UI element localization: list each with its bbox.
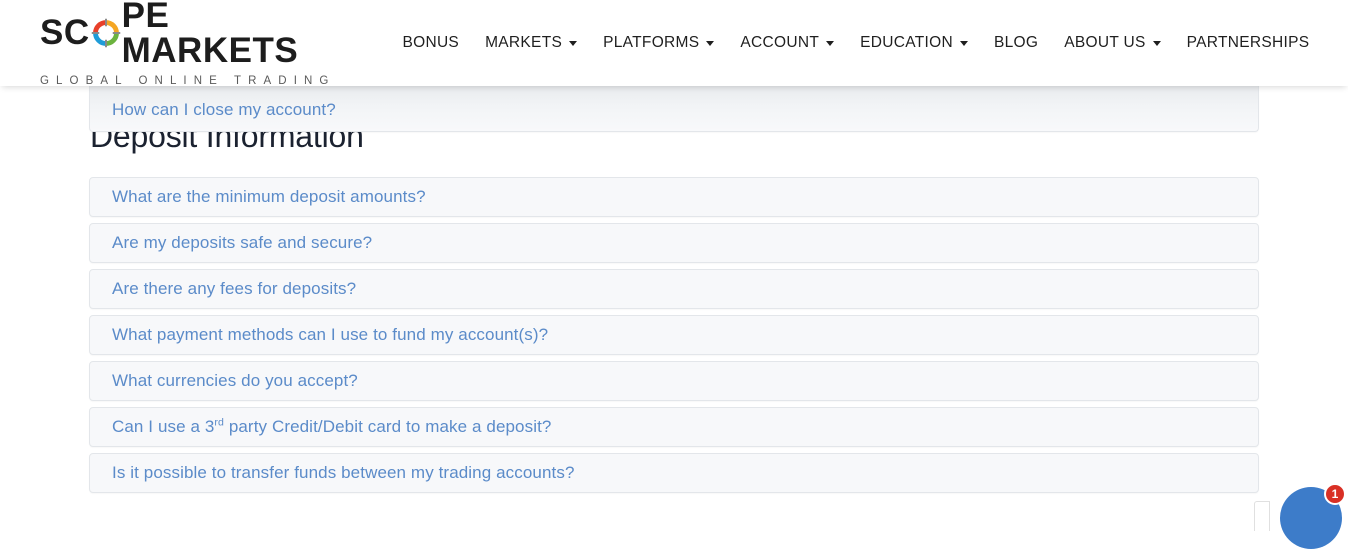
nav-item-markets[interactable]: MARKETS — [476, 34, 586, 52]
logo-tagline: GLOBAL ONLINE TRADING — [40, 74, 336, 87]
faq-question-link[interactable]: How can I close my account? — [90, 96, 336, 120]
nav-label: BLOG — [994, 34, 1039, 51]
faq-question-link[interactable]: What payment methods can I use to fund m… — [90, 325, 548, 345]
faq-question-link[interactable]: Is it possible to transfer funds between… — [90, 463, 575, 483]
ordinal-suffix: rd — [214, 416, 224, 429]
chevron-down-icon — [569, 40, 578, 46]
faq-question-link[interactable]: Are my deposits safe and secure? — [90, 233, 372, 253]
faq-question-link[interactable]: Can I use a 3rd party Credit/Debit card … — [90, 417, 551, 437]
main-content: Deposit Information What are the minimum… — [0, 86, 1348, 499]
faq-item[interactable]: Are there any fees for deposits? — [89, 269, 1259, 309]
faq-item[interactable]: What currencies do you accept? — [89, 361, 1259, 401]
chat-unread-badge: 1 — [1324, 483, 1346, 505]
site-logo[interactable]: SC PE MARKETS GLOBAL ONLINE TRADING — [40, 0, 335, 87]
nav-item-partnerships[interactable]: PARTNERSHIPS — [1178, 34, 1319, 52]
nav-item-platforms[interactable]: PLATFORMS — [594, 34, 723, 52]
logo-wordmark: SC PE MARKETS — [40, 0, 335, 68]
nav-item-about-us[interactable]: ABOUT US — [1055, 34, 1169, 52]
nav-label: PLATFORMS — [603, 34, 700, 51]
deposit-faq-list: Deposit Information What are the minimum… — [89, 118, 1259, 493]
faq-item[interactable]: Can I use a 3rd party Credit/Debit card … — [89, 407, 1259, 447]
logo-text-pre: SC — [40, 13, 90, 52]
faq-question-link[interactable]: Are there any fees for deposits? — [90, 279, 356, 299]
faq-question-link[interactable]: What currencies do you accept? — [90, 371, 358, 391]
nav-item-bonus[interactable]: BONUS — [393, 34, 468, 52]
main-navigation: BONUS MARKETS PLATFORMS ACCOUNT EDUCATIO… — [393, 34, 1318, 52]
chevron-down-icon — [706, 40, 715, 46]
faq-item[interactable]: What payment methods can I use to fund m… — [89, 315, 1259, 355]
faq-item[interactable]: Is it possible to transfer funds between… — [89, 453, 1259, 493]
nav-label: MARKETS — [485, 34, 563, 51]
chat-launcher-button[interactable]: 1 — [1280, 483, 1346, 549]
nav-label: PARTNERSHIPS — [1186, 34, 1310, 51]
nav-item-blog[interactable]: BLOG — [985, 34, 1047, 52]
partial-faq-row-wrap: How can I close my account? — [0, 86, 1348, 132]
chat-panel-edge — [1254, 501, 1270, 531]
chevron-down-icon — [1152, 40, 1161, 46]
nav-item-education[interactable]: EDUCATION — [851, 34, 977, 52]
faq-question-text-pre: Can I use a 3 — [112, 416, 215, 436]
chevron-down-icon — [826, 40, 835, 46]
faq-question-text-post: party Credit/Debit card to make a deposi… — [224, 416, 552, 436]
nav-label: ACCOUNT — [740, 34, 820, 51]
nav-label: EDUCATION — [860, 34, 953, 51]
page-root: Deposit Information What are the minimum… — [0, 0, 1348, 549]
logo-text-post: PE MARKETS — [121, 0, 299, 70]
chevron-down-icon — [960, 40, 968, 46]
faq-item[interactable]: Are my deposits safe and secure? — [89, 223, 1259, 263]
faq-item[interactable]: What are the minimum deposit amounts? — [89, 177, 1259, 217]
nav-item-account[interactable]: ACCOUNT — [731, 34, 843, 52]
nav-label: BONUS — [402, 34, 460, 51]
faq-question-link[interactable]: What are the minimum deposit amounts? — [90, 187, 426, 207]
faq-item-partial[interactable]: How can I close my account? — [89, 86, 1259, 132]
scope-ring-icon — [91, 18, 121, 48]
nav-label: ABOUT US — [1064, 34, 1146, 51]
site-header: SC PE MARKETS GLOBAL ONLINE TRADING BONU… — [0, 0, 1348, 87]
